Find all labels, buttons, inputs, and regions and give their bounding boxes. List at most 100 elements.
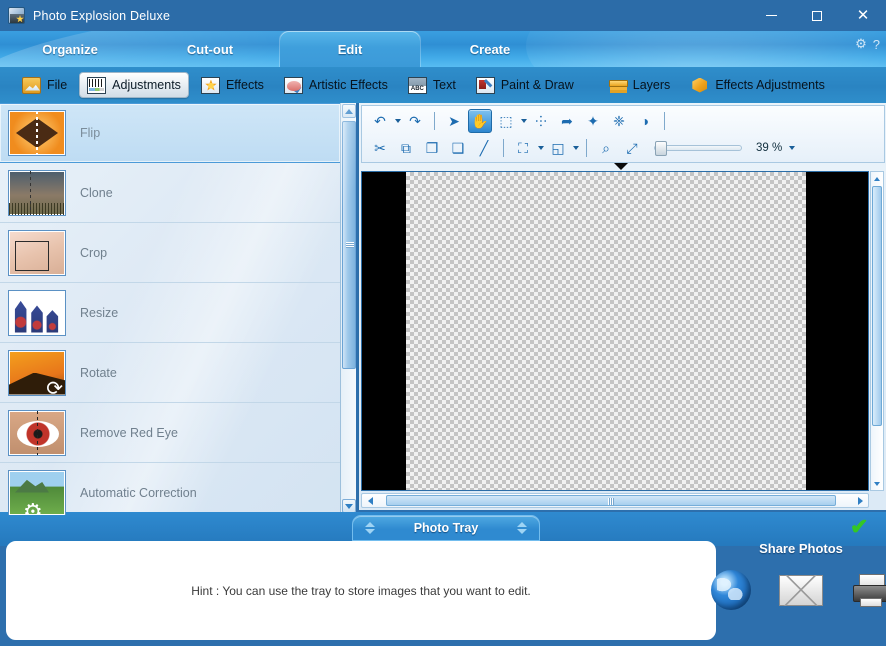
clone-thumb-icon bbox=[8, 169, 66, 216]
canvas-scroll-left-button[interactable] bbox=[365, 496, 375, 506]
undo-dropdown-caret-icon[interactable] bbox=[395, 119, 401, 123]
tab-organize-label: Organize bbox=[42, 41, 98, 57]
pointer-select-icon[interactable]: ➤ bbox=[442, 109, 466, 133]
magic-eraser-icon[interactable]: ❈ bbox=[607, 109, 631, 133]
copy-icon[interactable]: ⧉ bbox=[394, 136, 418, 160]
green-check-icon[interactable]: ✔ bbox=[850, 516, 872, 538]
scroll-up-button[interactable] bbox=[342, 104, 356, 118]
ribbon-item-adjustments[interactable]: Adjustments bbox=[79, 72, 189, 98]
tool-item-flip[interactable]: Flip bbox=[0, 103, 340, 163]
magnetic-lasso-icon[interactable]: ➦ bbox=[555, 109, 579, 133]
tab-edit[interactable]: Edit bbox=[280, 31, 420, 67]
cut-scissors-icon[interactable]: ✂ bbox=[368, 136, 392, 160]
canvas-scroll-down-button[interactable] bbox=[872, 478, 882, 489]
editor-area: ↶ ↷ ➤ ✋ ⬚ ⸭ ➦ ✦ ❈ ◑ ✂ ⧉ ❐ ❑ ╱ ⛶ ◱ ⌕ ⤢ 39… bbox=[358, 103, 886, 510]
chevron-right-icon bbox=[857, 497, 863, 505]
lasso-polygon-icon[interactable]: ⸭ bbox=[529, 109, 553, 133]
ribbon-item-effects[interactable]: Effects bbox=[193, 72, 272, 98]
main-tabs: Organize Cut-out Edit Create bbox=[0, 31, 560, 67]
minimize-button[interactable] bbox=[748, 0, 794, 31]
canvas-vscroll-thumb[interactable] bbox=[872, 186, 882, 426]
zoom-dropdown-caret-icon[interactable] bbox=[789, 146, 796, 150]
marquee-dropdown-caret-icon[interactable] bbox=[521, 119, 527, 123]
tab-organize[interactable]: Organize bbox=[0, 31, 140, 67]
toolbar-separator-4 bbox=[586, 139, 587, 157]
zoom-slider-handle[interactable] bbox=[655, 141, 667, 156]
zoom-value-label: 39 % bbox=[756, 142, 783, 154]
maximize-icon bbox=[812, 10, 822, 21]
canvas-scroll-right-button[interactable] bbox=[855, 496, 865, 506]
photo-tray-tab[interactable]: Photo Tray bbox=[352, 515, 540, 541]
ribbon-item-paint-draw[interactable]: Paint & Draw bbox=[468, 72, 582, 98]
gear-icon[interactable]: ⚙ bbox=[855, 36, 867, 52]
globe-web-icon[interactable] bbox=[711, 570, 751, 610]
tool-item-resize[interactable]: Resize bbox=[0, 283, 340, 343]
tool-item-crop[interactable]: Crop bbox=[0, 223, 340, 283]
canvas-hscroll-thumb[interactable] bbox=[386, 495, 836, 506]
editor-toolbar-row-1: ↶ ↷ ➤ ✋ ⬚ ⸭ ➦ ✦ ❈ ◑ bbox=[368, 108, 670, 134]
image-canvas[interactable] bbox=[361, 171, 869, 491]
question-mark-icon[interactable]: ? bbox=[873, 37, 880, 52]
fit-to-screen-icon[interactable]: ⤢ bbox=[620, 136, 644, 160]
toolbar-separator-2 bbox=[664, 112, 665, 130]
tab-cut-out[interactable]: Cut-out bbox=[140, 31, 280, 67]
tool-item-clone[interactable]: Clone bbox=[0, 163, 340, 223]
close-button[interactable]: ✕ bbox=[840, 0, 886, 31]
canvas-horizontal-scrollbar[interactable] bbox=[361, 493, 869, 508]
ribbon-item-effects-adjustments[interactable]: Effects Adjustments bbox=[682, 72, 833, 98]
paint-draw-icon bbox=[475, 76, 495, 94]
tool-item-clone-label: Clone bbox=[80, 185, 113, 200]
hand-pan-icon[interactable]: ✋ bbox=[468, 109, 492, 133]
hscroll-grip bbox=[608, 498, 614, 505]
tool-item-automatic-correction[interactable]: Automatic Correction bbox=[0, 463, 340, 515]
chevron-up-icon bbox=[874, 176, 880, 181]
envelope-email-icon[interactable] bbox=[779, 575, 823, 606]
printer-icon[interactable] bbox=[851, 572, 886, 612]
eraser-icon[interactable]: ╱ bbox=[472, 136, 496, 160]
transform-icon[interactable]: ⛶ bbox=[511, 136, 535, 160]
tray-collapse-toggle-right[interactable] bbox=[515, 519, 529, 537]
minimize-icon bbox=[765, 15, 777, 16]
magic-wand-icon[interactable]: ✦ bbox=[581, 109, 605, 133]
canvas-scroll-up-button[interactable] bbox=[872, 173, 882, 184]
tool-item-remove-red-eye[interactable]: Remove Red Eye bbox=[0, 403, 340, 463]
canvas-vertical-scrollbar[interactable] bbox=[870, 171, 884, 491]
invert-selection-icon[interactable]: ◑ bbox=[633, 109, 657, 133]
ribbon-item-layers[interactable]: Layers bbox=[600, 72, 679, 98]
rotate-thumb-icon bbox=[8, 349, 66, 396]
chevron-up-icon bbox=[365, 522, 375, 527]
share-photos-panel: Share Photos bbox=[711, 538, 886, 642]
canvas-transparent-image bbox=[406, 172, 806, 490]
tool-item-remove-red-eye-label: Remove Red Eye bbox=[80, 425, 178, 440]
maximize-button[interactable] bbox=[794, 0, 840, 31]
ribbon-item-file[interactable]: File bbox=[14, 72, 75, 98]
tool-item-rotate[interactable]: Rotate bbox=[0, 343, 340, 403]
zoom-tool-icon[interactable]: ⌕ bbox=[594, 136, 618, 160]
ribbon-item-artistic-effects[interactable]: Artistic Effects bbox=[276, 72, 396, 98]
paste-into-icon[interactable]: ❑ bbox=[446, 136, 470, 160]
expand-panel-arrow-icon[interactable] bbox=[614, 163, 628, 170]
chevron-left-icon bbox=[367, 497, 373, 505]
redo-icon[interactable]: ↷ bbox=[403, 109, 427, 133]
ribbon-item-artistic-effects-label: Artistic Effects bbox=[308, 78, 388, 92]
undo-icon[interactable]: ↶ bbox=[368, 109, 392, 133]
tool-list-scrollbar[interactable] bbox=[340, 103, 356, 515]
zoom-slider[interactable] bbox=[654, 141, 742, 156]
arrange-layers-icon[interactable]: ◱ bbox=[546, 136, 570, 160]
rectangle-marquee-icon[interactable]: ⬚ bbox=[494, 109, 518, 133]
app-icon bbox=[8, 7, 25, 24]
flip-thumb-icon bbox=[8, 110, 66, 156]
transform-dropdown-caret-icon[interactable] bbox=[538, 146, 544, 150]
ribbon-item-text[interactable]: Text bbox=[400, 72, 464, 98]
arrange-dropdown-caret-icon[interactable] bbox=[573, 146, 579, 150]
photo-tray-panel[interactable]: Hint : You can use the tray to store ima… bbox=[6, 541, 716, 640]
tray-collapse-toggle-left[interactable] bbox=[363, 519, 377, 537]
tray-hint-text: Hint : You can use the tray to store ima… bbox=[191, 583, 531, 598]
paste-icon[interactable]: ❐ bbox=[420, 136, 444, 160]
scrollbar-thumb[interactable] bbox=[342, 121, 356, 369]
scroll-down-button[interactable] bbox=[342, 499, 356, 513]
tab-create[interactable]: Create bbox=[420, 31, 560, 67]
tool-item-flip-label: Flip bbox=[80, 126, 101, 140]
tab-cut-out-label: Cut-out bbox=[186, 41, 234, 57]
chevron-up-icon bbox=[517, 522, 527, 527]
